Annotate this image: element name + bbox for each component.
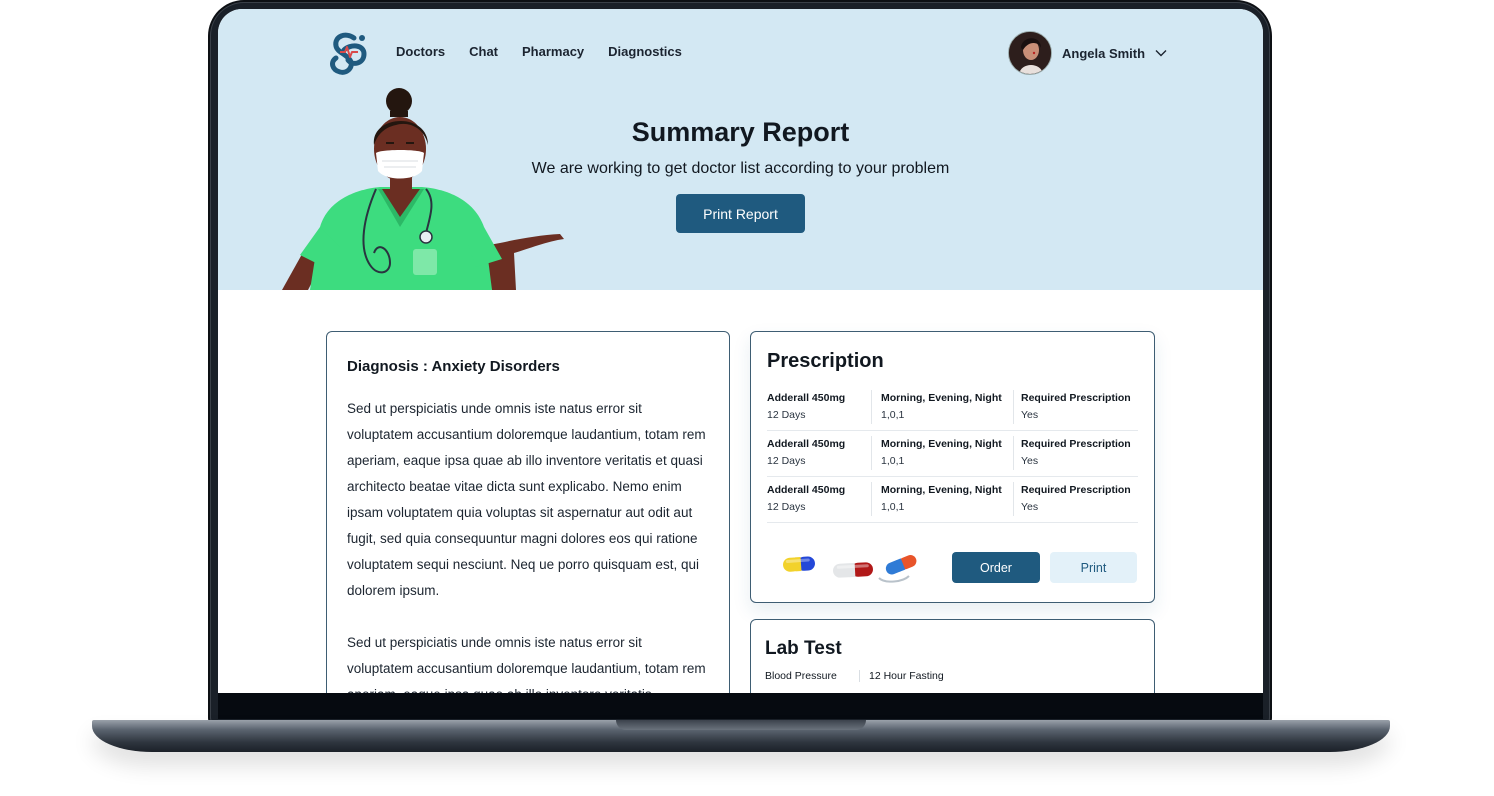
nurse-illustration <box>282 88 564 290</box>
nav-pharmacy[interactable]: Pharmacy <box>522 44 584 59</box>
diagnosis-card: Diagnosis : Anxiety Disorders Sed ut per… <box>326 331 730 693</box>
drug-name: Adderall 450mg <box>767 438 846 450</box>
nav-diagnostics[interactable]: Diagnostics <box>608 44 682 59</box>
required-prescription-value: Yes <box>1021 455 1039 467</box>
page-subtitle: We are working to get doctor list accord… <box>531 160 950 177</box>
required-prescription-value: Yes <box>1021 501 1039 513</box>
nav-doctors[interactable]: Doctors <box>396 44 445 59</box>
diagnosis-paragraph: Sed ut perspiciatis unde omnis iste natu… <box>347 401 706 598</box>
prescription-row: Adderall 450mg 12 Days Morning, Evening,… <box>767 431 1138 477</box>
lab-test-note: 12 Hour Fasting <box>869 670 944 682</box>
lab-test-title: Lab Test <box>765 638 842 659</box>
prescription-actions: Order Print <box>767 550 1139 584</box>
lab-test-card: Lab Test Blood Pressure 12 Hour Fasting <box>750 619 1155 693</box>
drug-schedule: Morning, Evening, Night <box>881 392 1002 404</box>
required-prescription-label: Required Prescription <box>1021 438 1131 450</box>
pill-capsules-icon <box>783 555 917 583</box>
app-screen: Doctors Chat Pharmacy Diagnostics Angela… <box>218 9 1263 693</box>
laptop-bottom-bezel <box>218 693 1263 719</box>
user-name[interactable]: Angela Smith <box>1062 46 1145 61</box>
drug-dose: 1,0,1 <box>881 501 905 513</box>
page-title: Summary Report <box>631 117 850 147</box>
print-prescription-button[interactable]: Print <box>1050 552 1137 583</box>
hero-section: Doctors Chat Pharmacy Diagnostics Angela… <box>218 9 1263 290</box>
lab-test-name: Blood Pressure <box>765 670 860 682</box>
drug-dose: 1,0,1 <box>881 409 905 421</box>
drug-dose: 1,0,1 <box>881 455 905 467</box>
main-nav: Doctors Chat Pharmacy Diagnostics <box>396 44 682 59</box>
lab-test-row: Blood Pressure 12 Hour Fasting <box>765 670 1140 682</box>
avatar[interactable] <box>1008 31 1052 75</box>
print-report-button[interactable]: Print Report <box>676 194 805 233</box>
drug-schedule: Morning, Evening, Night <box>881 438 1002 450</box>
prescription-title: Prescription <box>767 350 884 372</box>
drug-name: Adderall 450mg <box>767 484 846 496</box>
required-prescription-label: Required Prescription <box>1021 484 1131 496</box>
drug-schedule: Morning, Evening, Night <box>881 484 1002 496</box>
order-button[interactable]: Order <box>952 552 1040 583</box>
required-prescription-value: Yes <box>1021 409 1039 421</box>
prescription-row: Adderall 450mg 12 Days Morning, Evening,… <box>767 477 1138 523</box>
nav-chat[interactable]: Chat <box>469 44 498 59</box>
drug-duration: 12 Days <box>767 455 806 467</box>
drug-duration: 12 Days <box>767 409 806 421</box>
chevron-down-icon[interactable] <box>1155 49 1167 57</box>
drug-name: Adderall 450mg <box>767 392 846 404</box>
user-menu[interactable]: Angela Smith <box>1008 31 1167 75</box>
laptop-hinge-notch <box>616 720 866 730</box>
brand-logo-icon[interactable] <box>324 30 372 78</box>
prescription-card: Prescription Adderall 450mg 12 Days Morn… <box>750 331 1155 603</box>
diagnosis-paragraph: Sed ut perspiciatis unde omnis iste natu… <box>347 635 706 693</box>
prescription-row: Adderall 450mg 12 Days Morning, Evening,… <box>767 385 1138 431</box>
drug-duration: 12 Days <box>767 501 806 513</box>
required-prescription-label: Required Prescription <box>1021 392 1131 404</box>
diagnosis-title: Diagnosis : Anxiety Disorders <box>347 358 560 375</box>
